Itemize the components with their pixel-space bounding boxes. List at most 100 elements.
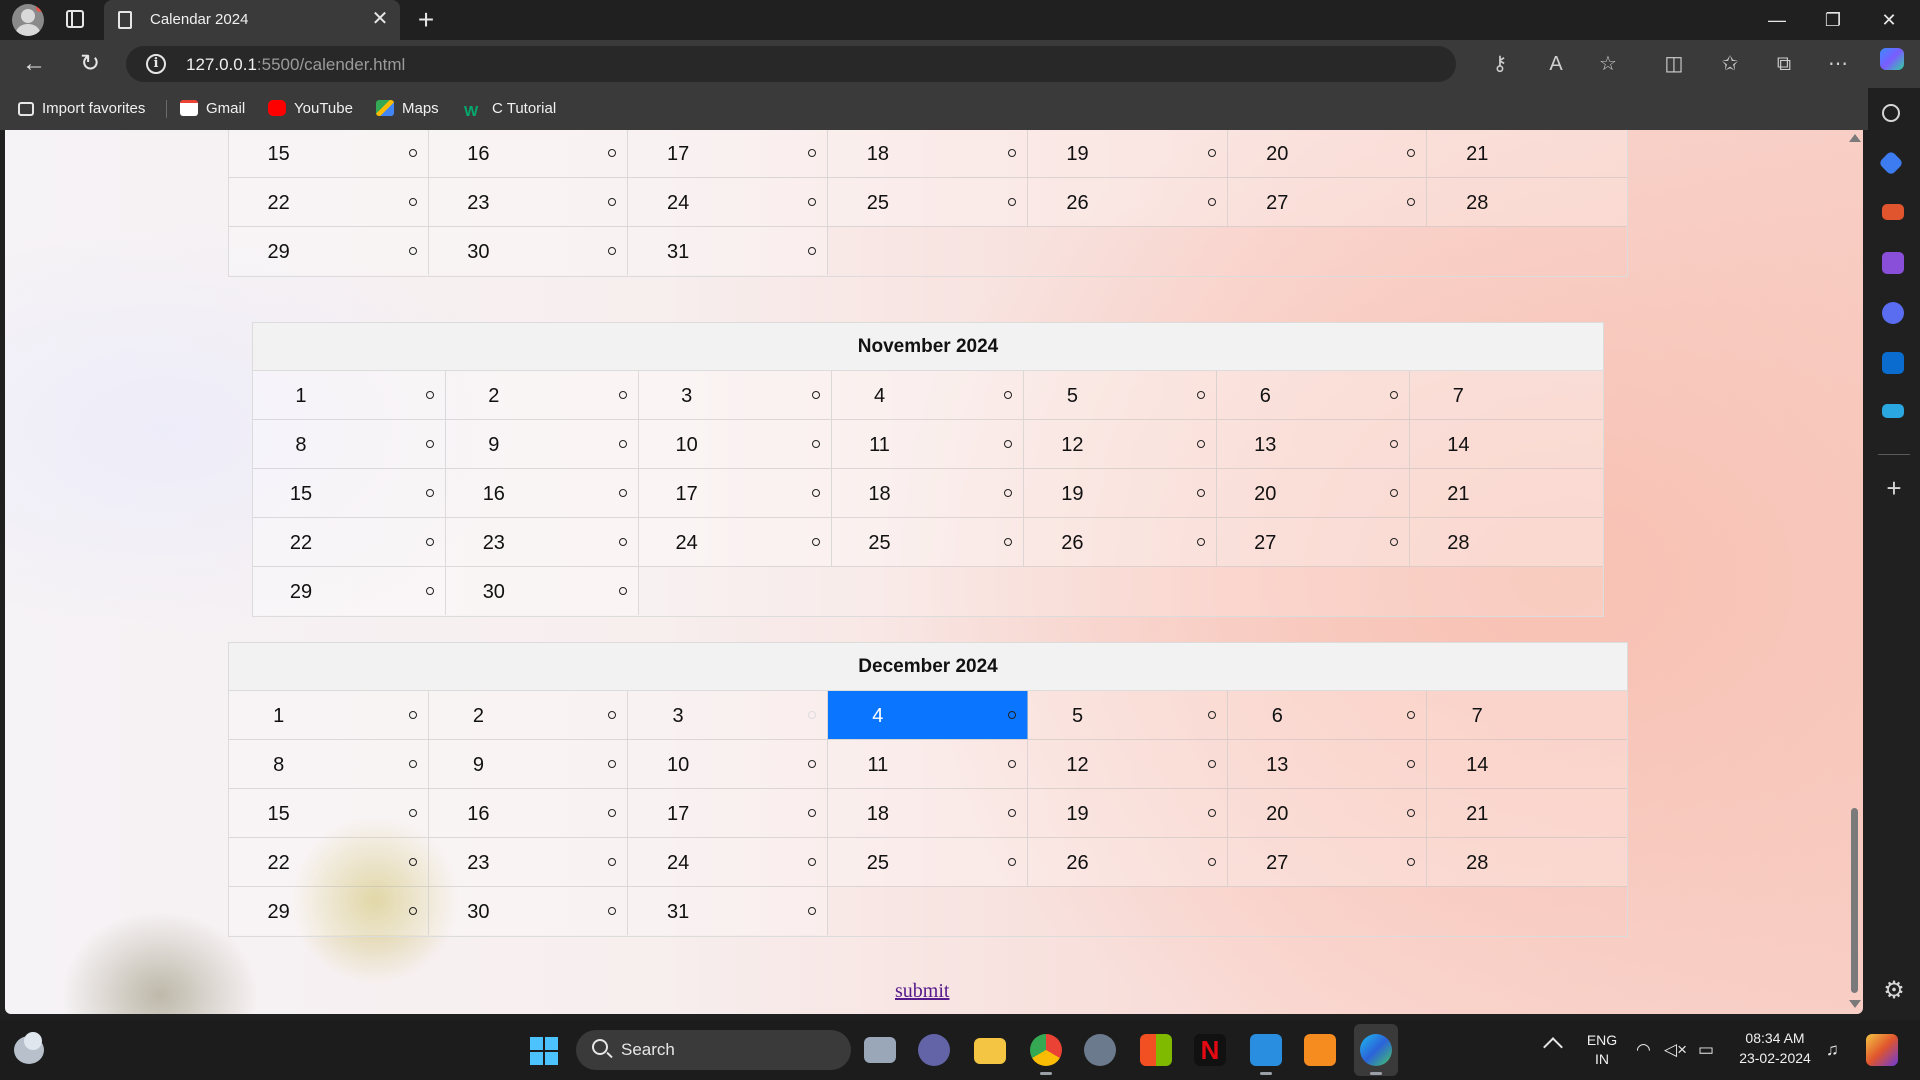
fav-c-tutorial[interactable]: W C Tutorial [464,98,556,120]
notification-bell-icon[interactable]: ♫ [1826,1040,1839,1060]
microsoft-store-icon[interactable] [1140,1034,1172,1066]
minimize-button[interactable]: — [1750,0,1804,40]
day-radio[interactable] [1390,538,1399,546]
restore-button[interactable]: ❐ [1806,0,1860,40]
day-radio[interactable] [1007,809,1016,817]
edge-icon[interactable] [1360,1034,1392,1075]
calendar-day-cell[interactable]: 15 [229,130,429,177]
day-radio[interactable] [618,538,627,546]
calendar-day-cell[interactable]: 17 [638,469,832,517]
day-radio[interactable] [808,760,817,768]
calendar-day-cell[interactable]: 7 [1427,691,1628,739]
calendar-day-cell[interactable]: 18 [828,789,1028,837]
chrome-icon[interactable] [1030,1034,1062,1075]
calendar-day-cell[interactable]: 10 [628,740,829,788]
day-radio[interactable] [1207,858,1216,866]
day-radio[interactable] [408,711,417,719]
calendar-day-cell[interactable]: 11 [828,740,1028,788]
calendar-day-cell[interactable]: 29 [229,887,429,935]
day-radio[interactable] [1004,538,1013,546]
calendar-day-cell[interactable]: 3 [628,691,829,739]
day-radio[interactable] [808,247,817,255]
calendar-day-cell[interactable]: 17 [628,789,829,837]
day-radio[interactable] [1004,391,1013,399]
tab-close-button[interactable]: ✕ [368,7,392,31]
day-radio[interactable] [1407,198,1416,206]
calendar-day-cell[interactable]: 26 [1027,178,1228,226]
day-radio[interactable] [425,538,434,546]
day-radio[interactable] [425,587,434,595]
copilot-taskbar-icon[interactable] [1866,1034,1898,1066]
shopping-tag-icon[interactable] [1878,150,1904,176]
calendar-day-cell[interactable]: 18 [828,130,1028,177]
calendar-day-cell[interactable]: 21 [1427,130,1628,177]
day-radio[interactable] [608,760,617,768]
calendar-day-cell[interactable]: 18 [831,469,1025,517]
back-arrow-icon[interactable]: ← [18,48,50,80]
new-tab-button[interactable]: + [412,4,440,36]
day-radio[interactable] [808,809,817,817]
calendar-day-cell[interactable]: 29 [229,227,429,275]
day-radio[interactable] [811,440,820,448]
calendar-day-cell[interactable]: 1 [229,691,429,739]
calendar-day-cell[interactable]: 13 [1217,420,1411,468]
calendar-day-cell[interactable]: 30 [428,227,629,275]
file-explorer-icon[interactable] [974,1038,1006,1064]
calendar-day-cell[interactable]: 27 [1227,178,1428,226]
start-button-icon[interactable] [530,1037,558,1065]
calendar-day-cell[interactable]: 27 [1227,838,1428,886]
day-radio[interactable] [408,858,417,866]
calendar-day-cell[interactable]: 6 [1227,691,1428,739]
key-icon[interactable]: ⚷ [1484,48,1516,80]
day-radio[interactable] [1197,440,1206,448]
calendar-day-cell[interactable]: 16 [428,789,629,837]
teams-icon[interactable] [918,1034,950,1066]
day-radio[interactable] [811,391,820,399]
calendar-day-cell[interactable]: 13 [1227,740,1428,788]
sidebar-settings-icon[interactable]: ⚙ [1881,978,1907,1004]
calendar-day-cell[interactable]: 14 [1427,740,1628,788]
day-radio[interactable] [1007,711,1016,719]
day-radio[interactable] [1004,440,1013,448]
day-radio[interactable] [618,489,627,497]
calendar-day-cell[interactable]: 12 [1024,420,1218,468]
speaker-muted-icon[interactable]: ◁× [1664,1040,1687,1060]
calendar-day-cell[interactable]: 21 [1427,789,1628,837]
calendar-day-cell[interactable]: 30 [445,567,639,615]
day-radio[interactable] [808,198,817,206]
calendar-day-cell[interactable]: 6 [1217,371,1411,419]
day-radio[interactable] [1007,198,1016,206]
show-hidden-icons-chevron-icon[interactable] [1543,1037,1563,1057]
day-radio[interactable] [408,247,417,255]
calendar-day-cell[interactable]: 29 [253,567,446,615]
day-radio[interactable] [618,587,627,595]
favorite-star-icon[interactable]: ☆ [1592,48,1624,80]
day-radio[interactable] [608,198,617,206]
copilot-sidebar-icon[interactable] [1882,302,1904,324]
add-sidebar-app-icon[interactable]: + [1882,475,1906,501]
calendar-day-cell[interactable]: 23 [428,838,629,886]
calendar-day-cell[interactable]: 3 [638,371,832,419]
calendar-day-cell[interactable]: 9 [445,420,639,468]
day-radio[interactable] [1407,760,1416,768]
calendar-day-cell[interactable]: 7 [1410,371,1604,419]
day-radio[interactable] [1004,489,1013,497]
day-radio[interactable] [1407,809,1416,817]
calendar-day-cell[interactable]: 16 [445,469,639,517]
calendar-day-cell[interactable]: 28 [1410,518,1604,566]
calendar-day-cell[interactable]: 20 [1217,469,1411,517]
fav-maps[interactable]: Maps [376,98,439,120]
calendar-day-cell[interactable]: 25 [831,518,1025,566]
day-radio[interactable] [608,149,617,157]
vscode-icon[interactable] [1250,1034,1282,1075]
calendar-day-cell[interactable]: 15 [253,469,446,517]
taskbar-search[interactable]: Search [576,1030,851,1070]
day-radio[interactable] [408,149,417,157]
calendar-day-cell[interactable]: 14 [1410,420,1604,468]
day-radio[interactable] [425,440,434,448]
calendar-day-cell[interactable]: 1 [253,371,446,419]
day-radio[interactable] [408,198,417,206]
search-icon[interactable] [1882,104,1900,122]
calendar-day-cell[interactable]: 23 [445,518,639,566]
day-radio[interactable] [1390,489,1399,497]
